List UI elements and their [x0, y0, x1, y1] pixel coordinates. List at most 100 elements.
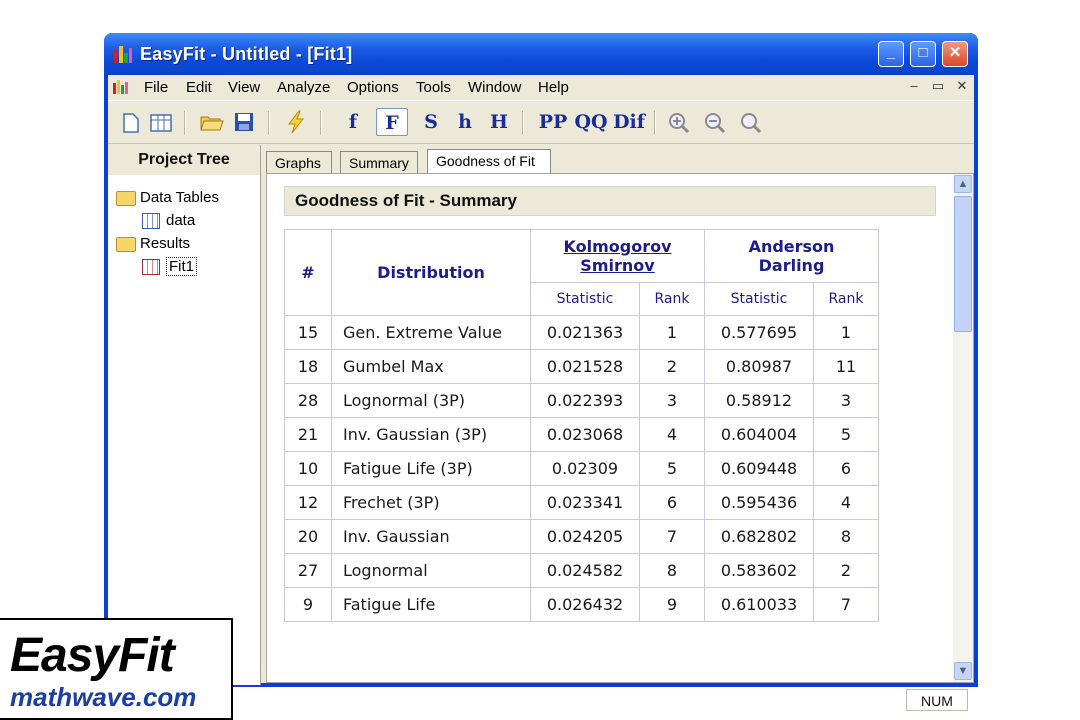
col-header-ks[interactable]: Kolmogorov Smirnov: [530, 229, 705, 283]
zoom-in-icon[interactable]: [668, 112, 690, 134]
app-chart-icon: [114, 46, 132, 63]
pp-plot-button[interactable]: PP: [536, 108, 570, 136]
row-num: 10: [284, 451, 332, 486]
document-chart-icon: [113, 80, 128, 94]
row-distribution[interactable]: Fatigue Life: [331, 587, 531, 622]
toolbar-separator: [522, 111, 524, 135]
row-ad-rank: 6: [813, 451, 879, 486]
tree-label: data: [166, 212, 196, 229]
child-minimize-button[interactable]: –: [906, 78, 922, 94]
easyfit-window: EasyFit - Untitled - [Fit1] _ □ ✕ File E…: [104, 33, 978, 711]
table-row[interactable]: 12 Frechet (3P) 0.023341 6 0.595436 4: [284, 485, 879, 520]
table-row[interactable]: 27 Lognormal 0.024582 8 0.583602 2: [284, 553, 879, 588]
new-table-icon[interactable]: [150, 113, 172, 133]
scroll-down-arrow-icon[interactable]: ▼: [954, 662, 972, 680]
child-restore-button[interactable]: ▭: [930, 78, 946, 94]
survival-graph-button[interactable]: S: [418, 108, 444, 136]
row-ks-statistic: 0.021363: [530, 315, 640, 350]
table-row[interactable]: 20 Inv. Gaussian 0.024205 7 0.682802 8: [284, 519, 879, 554]
status-bar: NUM: [108, 687, 974, 713]
table-row[interactable]: 10 Fatigue Life (3P) 0.02309 5 0.609448 6: [284, 451, 879, 486]
ad-header-line2: Darling: [758, 256, 825, 275]
vertical-scrollbar[interactable]: ▲ ▼: [953, 174, 973, 682]
tab-summary[interactable]: Summary: [340, 151, 418, 173]
easyfit-logo-watermark: EasyFit mathwave.com: [0, 618, 233, 720]
table-row[interactable]: 9 Fatigue Life 0.026432 9 0.610033 7: [284, 587, 879, 622]
row-ad-rank: 11: [813, 349, 879, 384]
row-ad-statistic: 0.80987: [704, 349, 814, 384]
difference-plot-button[interactable]: Dif: [612, 108, 646, 136]
table-row[interactable]: 15 Gen. Extreme Value 0.021363 1 0.577695 1: [284, 315, 879, 350]
cdf-graph-button[interactable]: F: [376, 108, 408, 136]
menu-edit[interactable]: Edit: [186, 79, 212, 96]
folder-open-icon: [116, 236, 136, 252]
zoom-out-icon[interactable]: [704, 112, 726, 134]
title-bar[interactable]: EasyFit - Untitled - [Fit1] _ □ ✕: [104, 33, 978, 75]
row-distribution[interactable]: Inv. Gaussian (3P): [331, 417, 531, 452]
ks-header-line1[interactable]: Kolmogorov: [563, 237, 671, 256]
menu-help[interactable]: Help: [538, 79, 569, 96]
cumulative-hazard-button[interactable]: H: [486, 108, 512, 136]
row-distribution[interactable]: Lognormal: [331, 553, 531, 588]
child-close-button[interactable]: ✕: [954, 78, 970, 94]
row-ks-statistic: 0.024582: [530, 553, 640, 588]
row-distribution[interactable]: Inv. Gaussian: [331, 519, 531, 554]
tree-item-fit1[interactable]: Fit1: [142, 257, 198, 276]
maximize-button[interactable]: □: [910, 41, 936, 67]
col-header-ad[interactable]: Anderson Darling: [704, 229, 879, 283]
col-header-num: #: [284, 229, 332, 316]
menu-view[interactable]: View: [228, 79, 260, 96]
row-ks-statistic: 0.022393: [530, 383, 640, 418]
save-icon[interactable]: [234, 112, 254, 132]
menu-analyze[interactable]: Analyze: [277, 79, 330, 96]
row-ks-statistic: 0.021528: [530, 349, 640, 384]
row-ad-statistic: 0.610033: [704, 587, 814, 622]
qq-plot-button[interactable]: QQ: [574, 108, 608, 136]
close-button[interactable]: ✕: [942, 41, 968, 67]
ad-statistic-header: Statistic: [704, 282, 814, 316]
folder-open-icon: [116, 190, 136, 206]
row-ks-rank: 9: [639, 587, 705, 622]
project-tree-panel: Project Tree Data Tables data Results Fi…: [108, 145, 261, 685]
open-folder-icon[interactable]: [200, 111, 224, 133]
scroll-thumb[interactable]: [954, 196, 972, 332]
row-ad-rank: 3: [813, 383, 879, 418]
tab-graphs[interactable]: Graphs: [266, 151, 332, 173]
menu-file[interactable]: File: [144, 79, 168, 96]
table-row[interactable]: 21 Inv. Gaussian (3P) 0.023068 4 0.604004 5: [284, 417, 879, 452]
new-document-icon[interactable]: [122, 113, 140, 133]
tree-item-results[interactable]: Results: [116, 235, 190, 252]
row-ad-rank: 7: [813, 587, 879, 622]
tab-goodness-of-fit[interactable]: Goodness of Fit: [427, 149, 551, 174]
row-distribution[interactable]: Gumbel Max: [331, 349, 531, 384]
menu-options[interactable]: Options: [347, 79, 399, 96]
menu-tools[interactable]: Tools: [416, 79, 451, 96]
pdf-graph-button[interactable]: f: [340, 108, 366, 136]
table-row[interactable]: 28 Lognormal (3P) 0.022393 3 0.58912 3: [284, 383, 879, 418]
row-ks-rank: 7: [639, 519, 705, 554]
lightning-fit-icon[interactable]: [286, 110, 306, 134]
zoom-reset-icon[interactable]: [740, 112, 762, 134]
table-row[interactable]: 18 Gumbel Max 0.021528 2 0.80987 11: [284, 349, 879, 384]
row-distribution[interactable]: Lognormal (3P): [331, 383, 531, 418]
menu-window[interactable]: Window: [468, 79, 521, 96]
row-num: 12: [284, 485, 332, 520]
minimize-button[interactable]: _: [878, 41, 904, 67]
row-distribution[interactable]: Gen. Extreme Value: [331, 315, 531, 350]
ks-header-line2[interactable]: Smirnov: [580, 256, 654, 275]
row-ad-rank: 5: [813, 417, 879, 452]
tree-item-data[interactable]: data: [142, 212, 196, 230]
tree-label: Fit1: [166, 257, 198, 276]
row-ks-rank: 4: [639, 417, 705, 452]
row-num: 9: [284, 587, 332, 622]
row-num: 28: [284, 383, 332, 418]
logo-url: mathwave.com: [10, 682, 197, 712]
tree-item-data-tables[interactable]: Data Tables: [116, 189, 219, 206]
row-ks-statistic: 0.024205: [530, 519, 640, 554]
hazard-graph-button[interactable]: h: [452, 108, 478, 136]
scroll-up-arrow-icon[interactable]: ▲: [954, 175, 972, 193]
row-distribution[interactable]: Frechet (3P): [331, 485, 531, 520]
ks-statistic-header: Statistic: [530, 282, 640, 316]
logo-title: EasyFit: [10, 629, 175, 682]
row-distribution[interactable]: Fatigue Life (3P): [331, 451, 531, 486]
